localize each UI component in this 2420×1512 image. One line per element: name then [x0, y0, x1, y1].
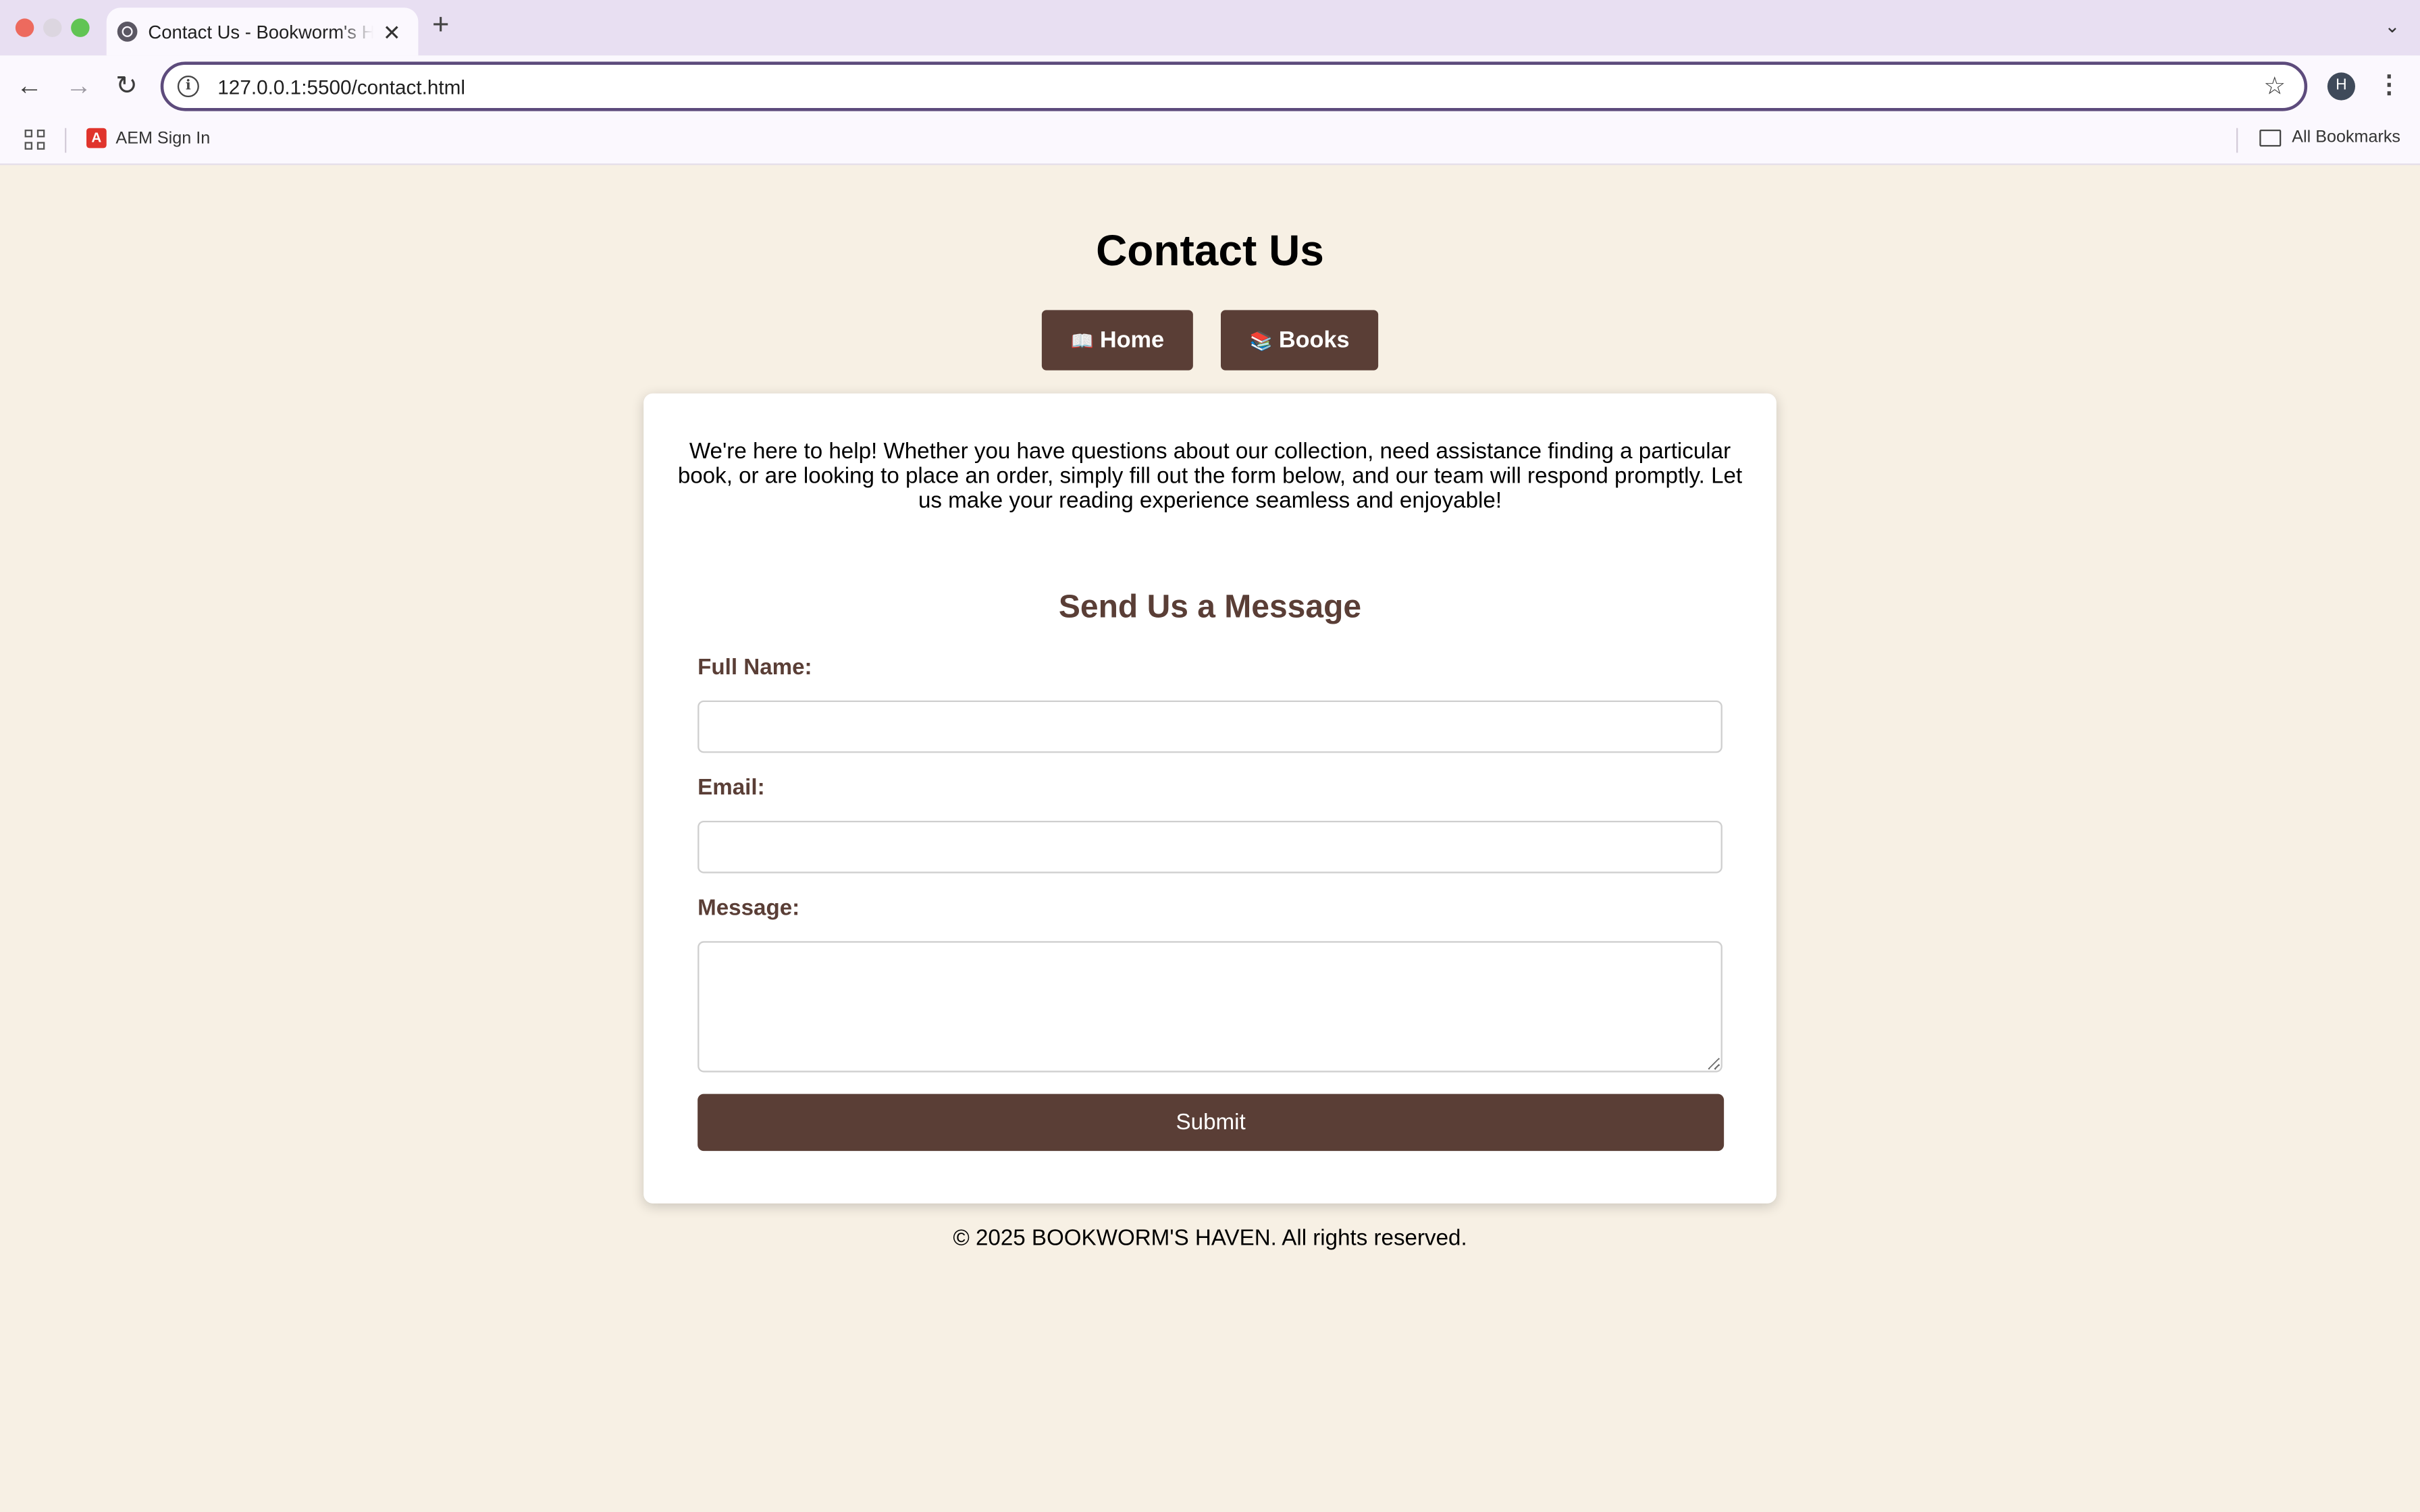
close-window-button[interactable]: [15, 18, 34, 37]
all-bookmarks-button[interactable]: All Bookmarks: [2259, 128, 2400, 147]
open-book-icon: 📖: [1070, 329, 1094, 351]
books-nav-label: Books: [1278, 327, 1350, 354]
email-input[interactable]: [698, 821, 1722, 873]
page-title: Contact Us: [1096, 227, 1324, 275]
browser-window: Contact Us - Bookworm's Haven ✕ + ⌄ ← → …: [0, 0, 2420, 1512]
browser-tab[interactable]: Contact Us - Bookworm's Haven ✕: [106, 7, 419, 56]
new-tab-button[interactable]: +: [432, 10, 449, 42]
back-arrow-icon[interactable]: ←: [12, 70, 46, 103]
reload-icon[interactable]: ↻: [109, 70, 143, 103]
site-info-icon[interactable]: i: [177, 76, 199, 97]
minimize-window-button[interactable]: [43, 18, 62, 37]
books-icon: 📚: [1249, 329, 1273, 351]
home-nav-button[interactable]: 📖 Home: [1041, 310, 1193, 371]
email-label: Email:: [698, 776, 765, 801]
globe-icon: [117, 22, 138, 42]
bookmarks-bar: A AEM Sign In All Bookmarks: [0, 117, 2420, 165]
footer-copyright: © 2025 BOOKWORM'S HAVEN. All rights rese…: [953, 1226, 1467, 1251]
books-nav-button[interactable]: 📚 Books: [1221, 310, 1379, 371]
bookmarks-divider: [2236, 128, 2238, 153]
forward-arrow-icon[interactable]: →: [61, 70, 95, 103]
tab-strip: Contact Us - Bookworm's Haven ✕ + ⌄: [0, 0, 2420, 56]
url-text[interactable]: 127.0.0.1:5500/contact.html: [217, 75, 465, 98]
folder-icon: [2259, 130, 2282, 147]
contact-card: We're here to help! Whether you have que…: [643, 393, 1777, 1204]
aem-icon: A: [86, 128, 107, 148]
home-nav-label: Home: [1099, 327, 1165, 354]
submit-button[interactable]: Submit: [698, 1094, 1725, 1152]
browser-toolbar: ← → ↻ i 127.0.0.1:5500/contact.html ☆ H …: [0, 55, 2420, 117]
bookmark-aem-sign-in[interactable]: A AEM Sign In: [86, 128, 210, 148]
message-label: Message:: [698, 896, 800, 921]
all-bookmarks-label: All Bookmarks: [2292, 128, 2400, 147]
message-textarea[interactable]: [698, 941, 1722, 1073]
bookmark-star-icon[interactable]: ☆: [2263, 71, 2286, 102]
tab-title: Contact Us - Bookworm's Haven: [148, 20, 373, 43]
address-bar[interactable]: i 127.0.0.1:5500/contact.html ☆: [160, 61, 2308, 111]
maximize-window-button[interactable]: [71, 18, 90, 37]
full-name-label: Full Name:: [698, 655, 812, 681]
full-name-input[interactable]: [698, 700, 1722, 753]
browser-menu-icon[interactable]: ⋮: [2377, 70, 2402, 103]
bookmarks-divider: [65, 128, 67, 153]
tab-search-chevron-icon[interactable]: ⌄: [2373, 7, 2411, 45]
close-tab-icon[interactable]: ✕: [383, 21, 401, 43]
profile-avatar[interactable]: H: [2327, 72, 2356, 101]
intro-text: We're here to help! Whether you have que…: [677, 439, 1743, 515]
apps-grid-icon[interactable]: [24, 130, 45, 150]
page-content: Contact Us 📖 Home 📚 Books We're here to …: [0, 165, 2420, 1512]
form-title: Send Us a Message: [1058, 589, 1362, 625]
bookmark-label: AEM Sign In: [115, 128, 211, 148]
